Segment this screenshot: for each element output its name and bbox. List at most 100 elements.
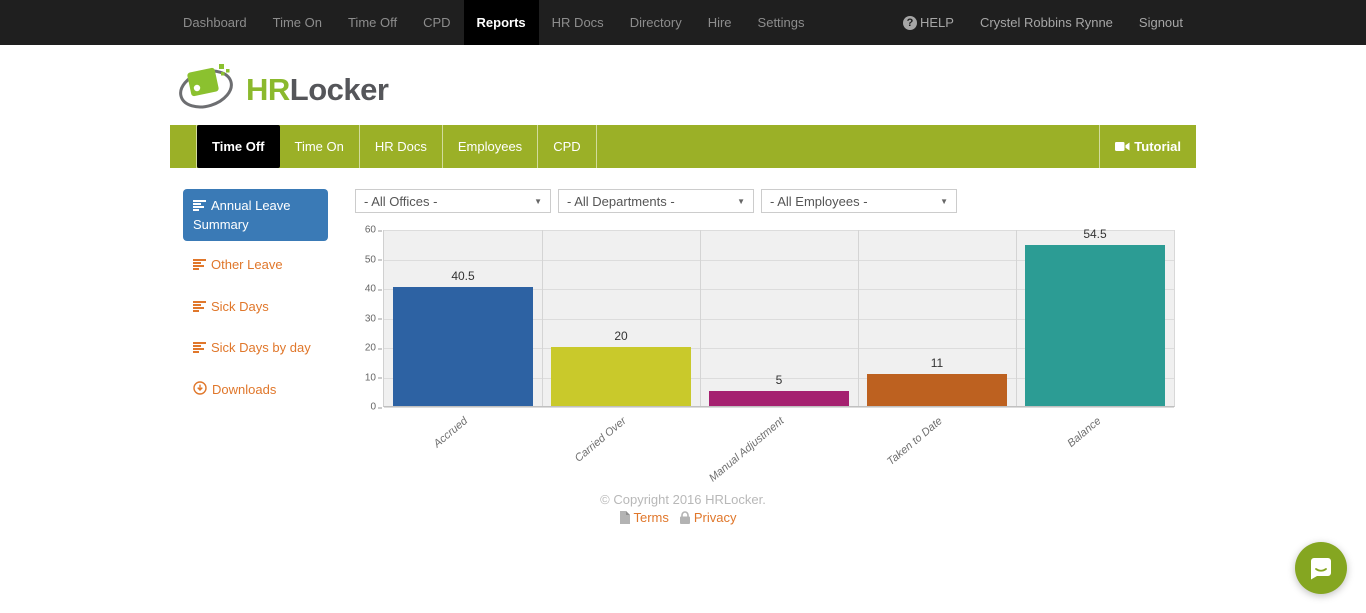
sidebar-item-other-leave[interactable]: Other Leave <box>183 248 328 283</box>
help-label: HELP <box>920 15 954 30</box>
sidebar-item-label: Sick Days <box>211 299 269 314</box>
x-category-label: Carried Over <box>572 415 628 465</box>
y-tick-label: 40 <box>365 284 376 295</box>
video-camera-icon <box>1115 141 1130 152</box>
tutorial-button[interactable]: Tutorial <box>1099 125 1196 168</box>
chart-plot: 40.5 20 51154.5 <box>383 230 1175 407</box>
nav-hr-docs[interactable]: HR Docs <box>539 0 617 45</box>
chevron-down-icon: ▼ <box>534 197 542 206</box>
nav-hire[interactable]: Hire <box>695 0 745 45</box>
x-category-label: Balance <box>1065 415 1103 450</box>
tab-employees[interactable]: Employees <box>443 125 538 168</box>
tutorial-label: Tutorial <box>1134 139 1181 154</box>
chart-column: 20 <box>542 230 700 406</box>
sidebar-item-label: Sick Days by day <box>211 340 311 355</box>
y-tick-label: 0 <box>370 402 376 413</box>
tab-cpd[interactable]: CPD <box>538 125 596 168</box>
tab-time-on[interactable]: Time On <box>280 125 360 168</box>
departments-select-value: - All Departments - <box>567 194 675 209</box>
chevron-down-icon: ▼ <box>940 197 948 206</box>
privacy-label: Privacy <box>694 510 737 525</box>
sidebar-item-sick-days[interactable]: Sick Days <box>183 290 328 325</box>
chat-bubble-icon <box>1308 555 1334 581</box>
logo-text: HRLocker <box>246 72 388 108</box>
nav-right-group: ? HELP Crystel Robbins Rynne Signout <box>890 0 1196 45</box>
signout-link[interactable]: Signout <box>1126 0 1196 45</box>
bar-value-label: 20 <box>542 329 700 343</box>
offices-select-value: - All Offices - <box>364 194 437 209</box>
y-tick-label: 20 <box>365 343 376 354</box>
chart-column: 11 <box>858 230 1016 406</box>
report-sidebar: Annual Leave Summary Other Leave Sick Da… <box>183 189 328 473</box>
employees-select-value: - All Employees - <box>770 194 868 209</box>
logo-section: HRLocker <box>170 45 1196 125</box>
help-question-icon: ? <box>903 16 917 30</box>
x-category-label: Manual Adjustment <box>707 415 787 484</box>
nav-reports[interactable]: Reports <box>464 0 539 45</box>
filter-row: - All Offices - ▼ - All Departments - ▼ … <box>355 189 1196 213</box>
x-category-label: Accrued <box>431 415 470 450</box>
lock-icon <box>679 511 691 524</box>
sidebar-item-label: Annual Leave Summary <box>193 198 291 232</box>
nav-settings[interactable]: Settings <box>745 0 818 45</box>
sidebar-item-annual-leave-summary[interactable]: Annual Leave Summary <box>183 189 328 241</box>
bar-manual-adjustment[interactable] <box>709 391 848 406</box>
copyright-text: © Copyright 2016 HRLocker. <box>0 492 1366 507</box>
chart-column: 40.5 <box>384 230 542 406</box>
column-divider <box>1016 230 1017 406</box>
nav-time-off[interactable]: Time Off <box>335 0 410 45</box>
employees-select[interactable]: - All Employees - ▼ <box>761 189 957 213</box>
page-footer: © Copyright 2016 HRLocker. Terms Privacy <box>0 492 1366 525</box>
hrlocker-logo[interactable]: HRLocker <box>178 61 1196 118</box>
user-menu[interactable]: Crystel Robbins Rynne <box>967 0 1126 45</box>
chart-column: 5 <box>700 230 858 406</box>
nav-time-on[interactable]: Time On <box>260 0 335 45</box>
bar-taken-to-date[interactable] <box>867 374 1006 406</box>
x-category-label: Taken to Date <box>885 415 945 468</box>
bar-chart-icon <box>193 257 206 275</box>
bar-balance[interactable] <box>1025 245 1164 406</box>
y-tick-label: 30 <box>365 313 376 324</box>
y-tick-label: 10 <box>365 372 376 383</box>
chart-x-axis-labels: AccruedCarried OverManual AdjustmentTake… <box>383 407 1175 473</box>
nav-dashboard[interactable]: Dashboard <box>170 0 260 45</box>
chevron-down-icon: ▼ <box>737 197 745 206</box>
column-divider <box>858 230 859 406</box>
departments-select[interactable]: - All Departments - ▼ <box>558 189 754 213</box>
offices-select[interactable]: - All Offices - ▼ <box>355 189 551 213</box>
bar-accrued[interactable] <box>393 287 532 406</box>
tab-bar-stub <box>170 125 197 168</box>
privacy-link[interactable]: Privacy <box>679 510 737 525</box>
chat-launcher-button[interactable] <box>1295 542 1347 594</box>
annual-leave-summary-chart: 0102030405060 40.52051154.5 AccruedCarri… <box>355 230 1196 473</box>
bar-chart-icon <box>193 198 206 216</box>
sidebar-item-sick-days-by-day[interactable]: Sick Days by day <box>183 331 328 366</box>
bar-value-label: 11 <box>858 356 1016 370</box>
nav-cpd[interactable]: CPD <box>410 0 463 45</box>
bar-value-label: 40.5 <box>384 269 542 283</box>
y-tick-label: 60 <box>365 225 376 236</box>
top-nav: Dashboard Time On Time Off CPD Reports H… <box>0 0 1366 45</box>
sidebar-item-label: Downloads <box>212 382 276 397</box>
sidebar-item-downloads[interactable]: Downloads <box>183 373 328 408</box>
terms-label: Terms <box>633 510 668 525</box>
help-link[interactable]: ? HELP <box>890 0 967 45</box>
chart-column: 54.5 <box>1016 230 1174 406</box>
bar-value-label: 5 <box>700 373 858 387</box>
report-content: - All Offices - ▼ - All Departments - ▼ … <box>355 189 1196 473</box>
hrlocker-logo-icon <box>178 61 240 118</box>
bar-carried-over[interactable] <box>551 347 690 406</box>
terms-link[interactable]: Terms <box>619 510 668 525</box>
y-tick-label: 50 <box>365 254 376 265</box>
document-icon <box>619 511 630 524</box>
tab-time-off[interactable]: Time Off <box>197 125 280 168</box>
bar-chart-icon <box>193 299 206 317</box>
bar-chart-icon <box>193 340 206 358</box>
nav-directory[interactable]: Directory <box>617 0 695 45</box>
chart-y-axis: 0102030405060 <box>355 230 383 407</box>
download-circle-icon <box>193 381 207 400</box>
tab-hr-docs[interactable]: HR Docs <box>360 125 443 168</box>
sidebar-item-label: Other Leave <box>211 257 283 272</box>
column-divider <box>542 230 543 406</box>
report-tab-bar: Time Off Time On HR Docs Employees CPD T… <box>170 125 1196 168</box>
